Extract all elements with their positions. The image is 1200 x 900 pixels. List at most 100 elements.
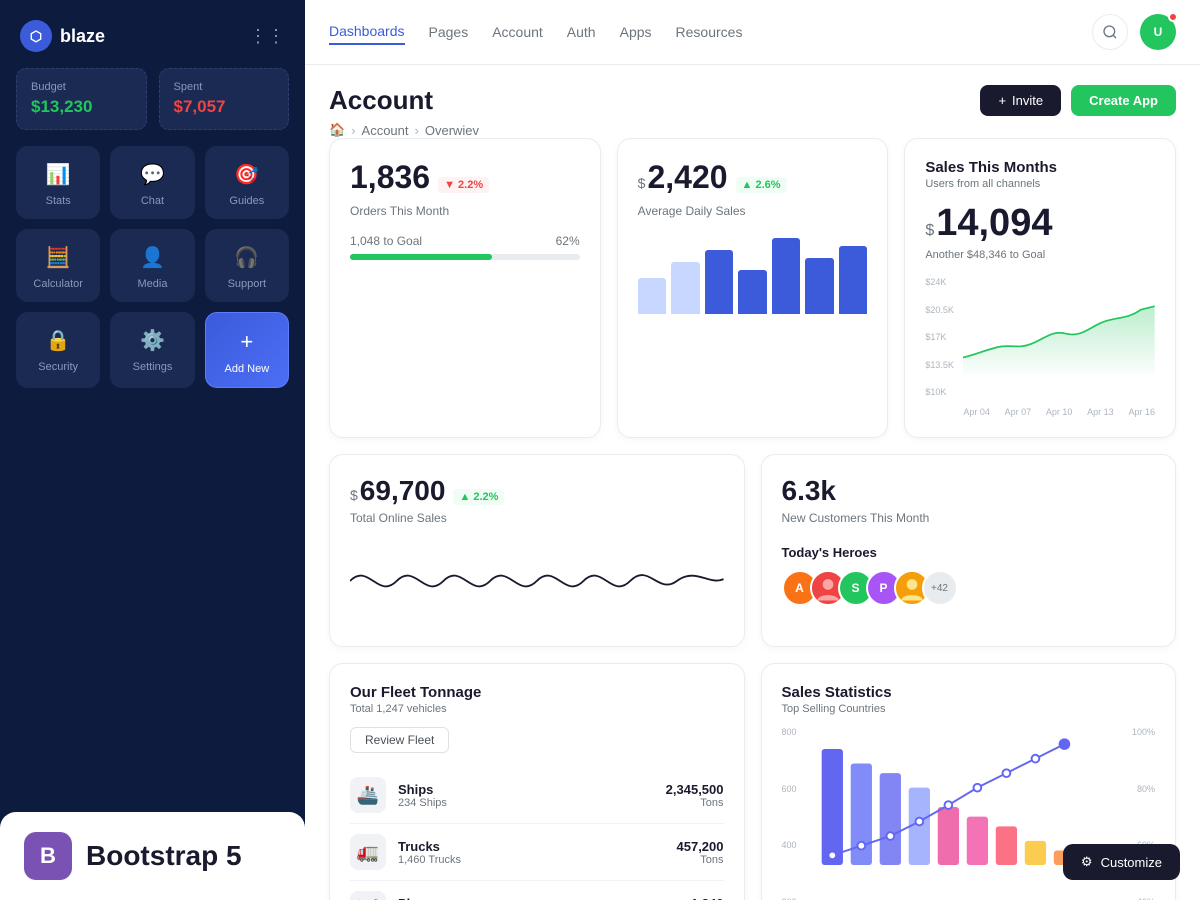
trucks-amount: 457,200 (677, 839, 724, 854)
main-content: Dashboards Pages Account Auth Apps Resou… (305, 0, 1200, 900)
sidebar-item-settings[interactable]: ⚙️ Settings (110, 312, 194, 388)
dashboard-scroll: 1,836 ▼ 2.2% Orders This Month 1,048 to … (305, 138, 1200, 900)
trucks-name: Trucks (398, 839, 461, 854)
breadcrumb: 🏠 › Account › Overwiev (329, 122, 479, 138)
sidebar-item-chat-label: Chat (141, 195, 164, 207)
tab-pages[interactable]: Pages (429, 20, 469, 44)
page-header-left: Account 🏠 › Account › Overwiev (329, 85, 479, 138)
heroes-avatars: A S P +42 (782, 570, 1156, 606)
mini-bar-chart (638, 234, 868, 314)
page-title: Account (329, 85, 479, 116)
sidebar-item-calculator[interactable]: 🧮 Calculator (16, 229, 100, 302)
bar-2 (671, 262, 700, 314)
sidebar-item-addnew-label: Add New (225, 363, 270, 375)
logo-area: ⬡ blaze (20, 20, 105, 52)
top-nav-right: U (1092, 14, 1176, 50)
breadcrumb-sep2: › (415, 123, 419, 138)
sidebar-item-stats[interactable]: 📊 Stats (16, 146, 100, 219)
sales-prefix: $ (638, 175, 646, 191)
progress-label: 1,048 to Goal (350, 234, 422, 248)
add-icon: + (240, 329, 253, 355)
menu-icon[interactable]: ⋮⋮ (249, 26, 285, 47)
hero-count: +42 (922, 570, 958, 606)
trucks-count: 1,460 Trucks (398, 854, 461, 866)
progress-bar-bg (350, 254, 580, 260)
fleet-sub: Total 1,247 vehicles (350, 703, 724, 715)
page-header-actions: + Invite Create App (980, 85, 1176, 116)
review-fleet-button[interactable]: Review Fleet (350, 727, 449, 753)
orders-badge: ▼ 2.2% (438, 177, 489, 193)
security-icon: 🔒 (46, 328, 71, 353)
tab-resources[interactable]: Resources (676, 20, 743, 44)
fleet-section: Our Fleet Tonnage Total 1,247 vehicles R… (329, 663, 1176, 900)
sidebar-item-support[interactable]: 🎧 Support (205, 229, 289, 302)
invite-label: Invite (1012, 93, 1043, 108)
online-sales-value: 69,700 (360, 475, 446, 507)
create-app-button[interactable]: Create App (1071, 85, 1176, 116)
sidebar-item-chat[interactable]: 💬 Chat (110, 146, 194, 219)
budget-card: Budget $13,230 (16, 68, 147, 130)
sidebar-item-calculator-label: Calculator (33, 278, 83, 290)
budget-label: Budget (31, 81, 132, 93)
guides-icon: 🎯 (234, 162, 259, 187)
user-avatar[interactable]: U (1140, 14, 1176, 50)
tab-account[interactable]: Account (492, 20, 543, 44)
sliders-icon: ⚙ (1081, 854, 1093, 870)
sidebar-item-support-label: Support (228, 278, 267, 290)
customers-label: New Customers This Month (782, 511, 1156, 525)
fleet-row-ships: 🚢 Ships 234 Ships 2,345,500 Tons (350, 767, 724, 824)
planes-amount: 1,240 (691, 896, 724, 900)
sidebar-item-guides-label: Guides (229, 195, 264, 207)
tab-dashboards[interactable]: Dashboards (329, 19, 405, 45)
planes-name: Planes (398, 896, 447, 900)
orders-label: Orders This Month (350, 204, 580, 218)
sidebar-item-stats-label: Stats (46, 195, 71, 207)
support-icon: 🎧 (234, 245, 259, 270)
bar-1 (638, 278, 667, 314)
avg-sales-value: 2,420 (647, 159, 727, 196)
orders-value: 1,836 (350, 159, 430, 196)
breadcrumb-sep1: › (351, 123, 355, 138)
ships-name: Ships (398, 782, 447, 797)
sales-month-goal: Another $48,346 to Goal (925, 249, 1155, 261)
sidebar: ⬡ blaze ⋮⋮ Budget $13,230 Spent $7,057 📊… (0, 0, 305, 900)
bar-7 (839, 246, 868, 314)
app-name: blaze (60, 26, 105, 47)
ships-amount: 2,345,500 (666, 782, 724, 797)
stats-row: 1,836 ▼ 2.2% Orders This Month 1,048 to … (329, 138, 1176, 438)
sidebar-item-security[interactable]: 🔒 Security (16, 312, 100, 388)
calculator-icon: 🧮 (46, 245, 71, 270)
bar-3 (705, 250, 734, 314)
sidebar-item-security-label: Security (38, 361, 78, 373)
sidebar-header: ⬡ blaze ⋮⋮ (0, 0, 305, 68)
sales-month-amount: 14,094 (936, 202, 1052, 245)
ships-unit: Tons (666, 797, 724, 809)
sidebar-item-media[interactable]: 👤 Media (110, 229, 194, 302)
avg-sales-badge: ▲ 2.6% (736, 177, 787, 193)
customize-button[interactable]: ⚙ Customize (1063, 844, 1180, 880)
breadcrumb-account: Account (362, 123, 409, 138)
sidebar-item-add-new[interactable]: + Add New (205, 312, 289, 388)
tab-apps[interactable]: Apps (620, 20, 652, 44)
spent-value: $7,057 (174, 97, 275, 117)
breadcrumb-home: 🏠 (329, 122, 345, 138)
bootstrap-label: Bootstrap 5 (86, 840, 242, 872)
online-sales-card: $ 69,700 ▲ 2.2% Total Online Sales (329, 454, 745, 647)
sales-stats-sub: Top Selling Countries (782, 703, 1156, 715)
fleet-title: Our Fleet Tonnage (350, 684, 724, 701)
sidebar-item-guides[interactable]: 🎯 Guides (205, 146, 289, 219)
media-icon: 👤 (140, 245, 165, 270)
heroes-title: Today's Heroes (782, 545, 1156, 560)
trucks-unit: Tons (677, 854, 724, 866)
chat-icon: 💬 (140, 162, 165, 187)
fleet-row-planes: ✈️ Planes 8 Aircrafts 1,240 Tons (350, 881, 724, 900)
invite-button[interactable]: + Invite (980, 85, 1061, 116)
trucks-icon: 🚛 (350, 834, 386, 870)
sales-line-chart: $10K $13.5K $17K $20.5K $24K (925, 277, 1155, 417)
plus-icon: + (998, 93, 1006, 108)
spent-label: Spent (174, 81, 275, 93)
search-button[interactable] (1092, 14, 1128, 50)
progress-section: 1,048 to Goal 62% (350, 234, 580, 260)
nav-grid: 📊 Stats 💬 Chat 🎯 Guides 🧮 Calculator 👤 M… (0, 146, 305, 396)
tab-auth[interactable]: Auth (567, 20, 596, 44)
